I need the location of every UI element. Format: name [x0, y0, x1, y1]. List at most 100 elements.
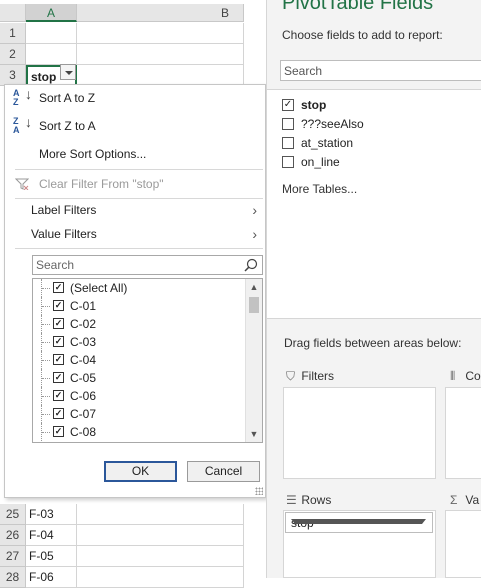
- autofilter-menu: A Z ↓ Sort A to Z Z A ↓ Sort Z to A More Sor…: [4, 84, 266, 498]
- column-header-b[interactable]: B: [77, 4, 244, 22]
- row-header[interactable]: 3: [0, 65, 26, 86]
- cell-b[interactable]: [77, 65, 244, 86]
- checkbox[interactable]: ✓: [53, 426, 64, 437]
- checkbox[interactable]: ✓: [282, 99, 294, 111]
- pivottable-fields-pane: PivotTable Fields Choose fields to add t…: [266, 0, 481, 578]
- more-sort-options-label: More Sort Options...: [39, 147, 147, 161]
- pane-title: PivotTable Fields: [282, 0, 434, 14]
- menu-separator: [15, 248, 263, 249]
- sheet-row: 27 F-05: [0, 546, 244, 567]
- scroll-up-icon[interactable]: ▲: [249, 281, 259, 293]
- filters-drop-area[interactable]: [283, 387, 436, 479]
- field-list: ✓ stop ???seeAlso at_station on_line Mor…: [267, 89, 481, 319]
- cell-b[interactable]: [77, 525, 244, 546]
- label-filters-item[interactable]: Label Filters ›: [5, 199, 265, 221]
- list-item[interactable]: ✓ C-06: [33, 387, 245, 405]
- checkbox[interactable]: [282, 137, 294, 149]
- columns-drop-area[interactable]: [445, 387, 481, 479]
- tree-line: [41, 423, 53, 441]
- fields-search-input[interactable]: Search: [280, 60, 481, 81]
- cell-a[interactable]: F-04: [26, 525, 77, 546]
- list-item-label: (Select All): [70, 281, 128, 295]
- columns-area-header: ⦀ Co: [450, 369, 481, 384]
- list-item[interactable]: ✓ C-04: [33, 351, 245, 369]
- checkbox[interactable]: [282, 118, 294, 130]
- ok-button[interactable]: OK: [104, 461, 177, 482]
- checkbox[interactable]: ✓: [53, 354, 64, 365]
- checkbox[interactable]: ✓: [53, 318, 64, 329]
- cell-a[interactable]: [26, 44, 77, 65]
- cell-b[interactable]: [77, 504, 244, 525]
- pane-subtitle: Choose fields to add to report:: [282, 28, 443, 42]
- cell-b[interactable]: [77, 23, 244, 44]
- sheet-row: 25 F-03: [0, 504, 244, 525]
- clear-filter-icon: [15, 178, 29, 190]
- sheet-row: 3 stop: [0, 65, 244, 86]
- tree-line: [41, 387, 53, 405]
- tree-line: [41, 315, 53, 333]
- list-item-label: C-07: [70, 407, 97, 421]
- chevron-right-icon: ›: [252, 202, 257, 218]
- list-item[interactable]: ✓ C-03: [33, 333, 245, 351]
- menu-separator: [15, 169, 263, 170]
- sort-z-to-a-label: Sort Z to A: [39, 119, 96, 133]
- values-drop-area[interactable]: [445, 510, 481, 578]
- filter-values-list: ✓ (Select All) ✓ C-01 ✓ C-02 ✓ C-03 ✓ C-…: [32, 278, 263, 443]
- list-item[interactable]: ✓ (Select All): [33, 279, 245, 297]
- rows-field-stop[interactable]: stop: [285, 512, 433, 533]
- row-header[interactable]: 1: [0, 23, 26, 44]
- filter-search-input[interactable]: Search: [32, 255, 263, 275]
- select-all-corner[interactable]: [0, 4, 26, 22]
- cell-a[interactable]: F-05: [26, 546, 77, 567]
- cell-b[interactable]: [77, 44, 244, 65]
- label-filters-label: Label Filters: [31, 203, 97, 217]
- clear-filter-item[interactable]: Clear Filter From "stop": [5, 173, 265, 195]
- value-filters-label: Value Filters: [31, 227, 97, 241]
- row-header[interactable]: 27: [0, 546, 26, 567]
- more-tables-link[interactable]: More Tables...: [282, 182, 357, 196]
- value-filters-item[interactable]: Value Filters ›: [5, 223, 265, 245]
- sort-descending-icon: Z A ↓: [13, 114, 32, 135]
- checkbox[interactable]: ✓: [53, 336, 64, 347]
- sort-a-to-z-item[interactable]: A Z ↓ Sort A to Z: [5, 87, 265, 109]
- scroll-down-icon[interactable]: ▼: [249, 428, 259, 440]
- list-item[interactable]: ✓ C-08: [33, 423, 245, 441]
- sort-z-to-a-item[interactable]: Z A ↓ Sort Z to A: [5, 115, 265, 137]
- cell-a[interactable]: F-03: [26, 504, 77, 525]
- checkbox[interactable]: ✓: [53, 282, 64, 293]
- list-item[interactable]: ✓ C-05: [33, 369, 245, 387]
- row-header[interactable]: 25: [0, 504, 26, 525]
- sort-a-to-z-label: Sort A to Z: [39, 91, 96, 105]
- row-header[interactable]: 2: [0, 44, 26, 65]
- list-item-label: C-02: [70, 317, 97, 331]
- list-item-label: C-08: [70, 425, 97, 439]
- cell-b[interactable]: [77, 546, 244, 567]
- checkbox[interactable]: ✓: [53, 300, 64, 311]
- checkbox[interactable]: ✓: [53, 390, 64, 401]
- chevron-down-icon[interactable]: [291, 519, 426, 524]
- list-item[interactable]: ✓ C-01: [33, 297, 245, 315]
- checkbox[interactable]: ✓: [53, 372, 64, 383]
- resize-grip-icon[interactable]: [255, 487, 263, 495]
- list-item[interactable]: ✓ C-07: [33, 405, 245, 423]
- list-item-label: C-01: [70, 299, 97, 313]
- tree-line: [41, 297, 53, 315]
- list-scrollbar[interactable]: ▲ ▼: [245, 279, 262, 442]
- list-item-label: C-05: [70, 371, 97, 385]
- more-sort-options-item[interactable]: More Sort Options...: [5, 143, 265, 165]
- scrollbar-thumb[interactable]: [249, 297, 259, 313]
- chevron-right-icon: ›: [252, 226, 257, 242]
- checkbox[interactable]: [282, 156, 294, 168]
- row-header[interactable]: 26: [0, 525, 26, 546]
- checkbox[interactable]: ✓: [53, 408, 64, 419]
- cancel-button[interactable]: Cancel: [187, 461, 260, 482]
- cell-a[interactable]: [26, 23, 77, 44]
- rows-icon: ☰: [286, 493, 297, 507]
- list-item[interactable]: ✓ C-02: [33, 315, 245, 333]
- clear-filter-label: Clear Filter From "stop": [39, 177, 164, 191]
- column-header-a[interactable]: A: [26, 4, 77, 22]
- filter-dropdown-button[interactable]: [60, 64, 76, 80]
- field-label: at_station: [301, 136, 354, 150]
- tree-line: [41, 405, 53, 423]
- filters-area-label: Filters: [301, 369, 335, 383]
